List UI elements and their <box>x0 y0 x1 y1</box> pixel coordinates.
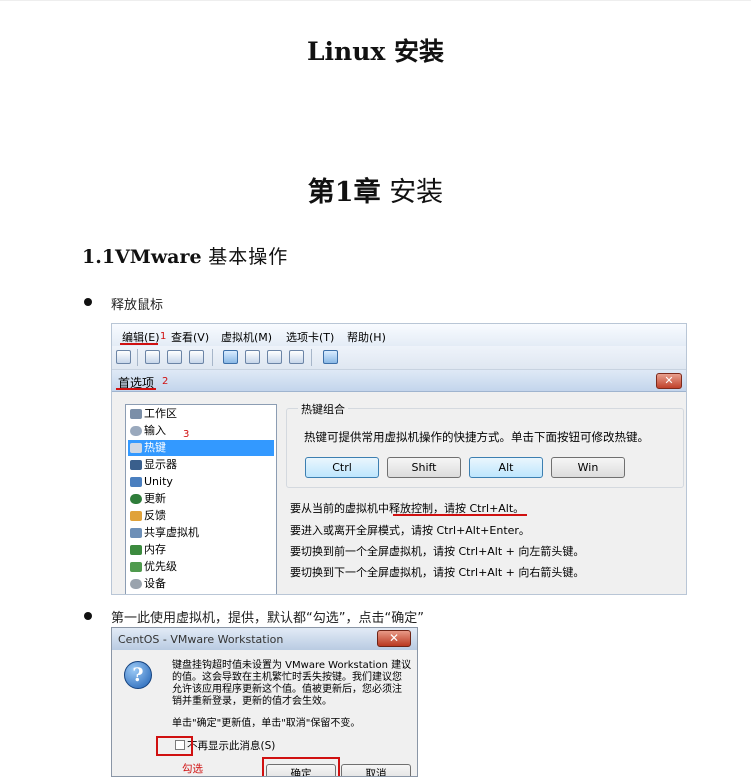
hotkey-description: 热键可提供常用虚拟机操作的快捷方式。单击下面按钮可修改热键。 <box>304 430 649 444</box>
snapshot-icon[interactable] <box>145 350 160 364</box>
dialog-title-bar: CentOS - VMware Workstation ✕ <box>112 628 417 650</box>
tree-item-memory[interactable]: 内存 <box>128 542 274 558</box>
memory-icon <box>130 545 142 555</box>
section-text: 基本操作 <box>208 246 289 268</box>
toolbar-separator <box>137 349 138 366</box>
unity-icon <box>130 477 142 487</box>
workspace-icon <box>130 409 142 419</box>
message-line: 键盘挂钩超时值未设置为 VMware Workstation 建议 <box>172 660 412 671</box>
bullet-dot <box>84 612 92 620</box>
close-icon[interactable]: ✕ <box>656 373 682 389</box>
ctrl-toggle-button[interactable]: Ctrl <box>305 457 379 478</box>
tree-item-label: 反馈 <box>144 509 166 522</box>
message-line: 的值。这会导致在主机繁忙时丢失按键。我们建议您 <box>172 672 402 683</box>
tree-item-updates[interactable]: 更新 <box>128 491 274 507</box>
menu-vm[interactable]: 虚拟机(M) <box>221 329 272 345</box>
hint-previous-vm: 要切换到前一个全屏虚拟机，请按 Ctrl+Alt + 向左箭头键。 <box>290 545 585 558</box>
page-top-rule <box>0 0 751 1</box>
tree-item-label: 优先级 <box>144 560 177 573</box>
priority-icon <box>130 562 142 572</box>
fullscreen-icon[interactable] <box>267 350 282 364</box>
release-underline <box>393 514 527 516</box>
annotation-3: 3 <box>183 429 190 440</box>
unity-icon[interactable] <box>289 350 304 364</box>
refresh-icon <box>130 494 142 504</box>
chapter-text: 安装 <box>389 177 444 208</box>
hotkey-group-label: 热键组合 <box>298 401 348 417</box>
tree-item-label: 共享虚拟机 <box>144 526 199 539</box>
tree-item-label: 显示器 <box>144 458 177 471</box>
message-instructions: 单击"确定"更新值，单击"取消"保留不变。 <box>172 718 361 729</box>
document-title: Linux 安装 <box>306 37 445 66</box>
toolbar-separator <box>212 349 213 366</box>
device-icon <box>130 579 142 589</box>
tree-item-label: Unity <box>144 475 173 488</box>
preferences-title-bar: 首选项 2 ✕ <box>112 370 686 392</box>
tree-item-label: 热键 <box>144 441 166 454</box>
monitor-icon <box>130 460 142 470</box>
centos-dialog-screenshot: CentOS - VMware Workstation ✕ ? 键盘挂钩超时值未… <box>111 627 418 777</box>
ok-highlight-box <box>262 757 340 776</box>
menu-help[interactable]: 帮助(H) <box>347 329 386 345</box>
revert-icon[interactable] <box>167 350 182 364</box>
dont-show-again-label[interactable]: 不再显示此消息(S) <box>187 738 275 753</box>
question-icon: ? <box>124 661 152 689</box>
bullet-dot <box>84 298 92 306</box>
close-icon[interactable]: ✕ <box>377 630 411 647</box>
annotation-2: 2 <box>162 376 169 387</box>
tree-item-workspace[interactable]: 工作区 <box>128 406 274 422</box>
tree-item-priority[interactable]: 优先级 <box>128 559 274 575</box>
section-number: 1.1VMware <box>82 246 202 268</box>
tree-item-feedback[interactable]: 反馈 <box>128 508 274 524</box>
tree-item-label: 工作区 <box>144 407 177 420</box>
menu-tabs[interactable]: 选项卡(T) <box>286 329 334 345</box>
chapter-number: 第1章 <box>307 177 381 208</box>
message-line: 允许该应用程序更新这个值。值被更新后，您必须注 <box>172 684 402 695</box>
tree-item-shared-vms[interactable]: 共享虚拟机 <box>128 525 274 541</box>
keyboard-icon <box>130 443 142 453</box>
thumbnail-icon[interactable] <box>323 350 338 364</box>
hint-next-vm: 要切换到下一个全屏虚拟机，请按 Ctrl+Alt + 向右箭头键。 <box>290 566 585 579</box>
edit-underline <box>120 343 158 345</box>
bullet-text-first-use: 第一此使用虚拟机，提供，默认都“勾选”，点击“确定” <box>111 611 424 626</box>
alt-toggle-button[interactable]: Alt <box>469 457 543 478</box>
snapshot-manager-icon[interactable] <box>189 350 204 364</box>
tree-item-unity[interactable]: Unity <box>128 474 274 490</box>
menu-bar: 编辑(E) 1 查看(V) 虚拟机(M) 选项卡(T) 帮助(H) <box>112 324 686 346</box>
tree-item-label: 内存 <box>144 543 166 556</box>
console-view-icon[interactable] <box>245 350 260 364</box>
preferences-underline <box>116 388 156 390</box>
tree-item-hotkeys[interactable]: 热键 <box>128 440 274 456</box>
dialog-title: CentOS - VMware Workstation <box>118 633 284 646</box>
shift-toggle-button[interactable]: Shift <box>387 457 461 478</box>
tree-item-input[interactable]: 输入 <box>128 423 274 439</box>
pencil-icon <box>130 511 142 521</box>
cancel-button[interactable]: 取消 <box>341 764 411 776</box>
toolbar-separator <box>311 349 312 366</box>
bullet-text-release-mouse: 释放鼠标 <box>111 298 164 313</box>
mouse-icon <box>130 426 142 436</box>
tree-item-label: 更新 <box>144 492 166 505</box>
chapter-title: 第1章 安装 <box>0 170 751 209</box>
preferences-screenshot: 编辑(E) 1 查看(V) 虚拟机(M) 选项卡(T) 帮助(H) 首选项 2 … <box>111 323 687 595</box>
tree-item-label: 输入 <box>144 424 166 437</box>
menu-view[interactable]: 查看(V) <box>171 329 209 345</box>
library-icon[interactable] <box>116 350 131 364</box>
tree-item-display[interactable]: 显示器 <box>128 457 274 473</box>
check-annotation: 勾选 <box>182 763 203 775</box>
checkbox-highlight-box <box>156 736 193 756</box>
tree-item-devices[interactable]: 设备 <box>128 576 274 592</box>
win-toggle-button[interactable]: Win <box>551 457 625 478</box>
share-icon <box>130 528 142 538</box>
hint-fullscreen: 要进入或离开全屏模式，请按 Ctrl+Alt+Enter。 <box>290 524 530 537</box>
message-line: 销并重新登录，更新的值才会生效。 <box>172 696 332 707</box>
preferences-tree: 工作区 输入 热键 显示器 Unity 更新 反馈 共享虚拟机 内存 优先级 设… <box>125 404 277 594</box>
tree-item-label: 设备 <box>144 577 166 590</box>
sidebar-view-icon[interactable] <box>223 350 238 364</box>
annotation-1: 1 <box>160 331 167 342</box>
section-title: 1.1VMware 基本操作 <box>82 242 288 269</box>
toolbar <box>112 346 686 370</box>
